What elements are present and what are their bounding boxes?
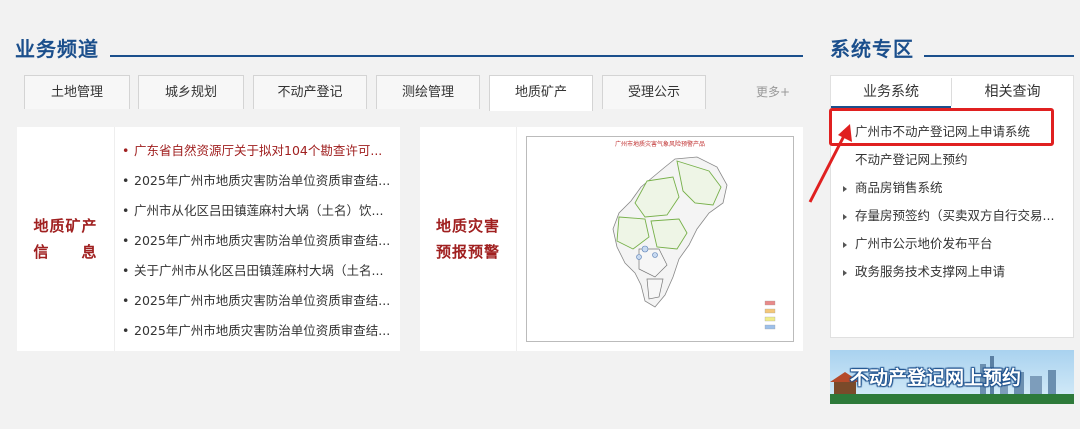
system-item-label: 广州市不动产登记网上申请系统 — [855, 124, 1031, 139]
system-item-existing-housing[interactable]: 存量房预签约（买卖双方自行交易... — [843, 205, 1054, 224]
tab-acceptance-publicity[interactable]: 受理公示 — [602, 75, 706, 109]
bullet-dot-icon: • — [122, 323, 130, 338]
warning-label-line1: 地质灾害 — [435, 217, 500, 235]
tab-geology-minerals[interactable]: 地质矿产 — [489, 75, 593, 111]
list-item[interactable]: • 2025年广州市地质灾害防治单位资质审查结... — [122, 320, 390, 339]
news-title: 关于广州市从化区吕田镇莲麻村大埚（土名... — [134, 263, 384, 278]
business-channel-title: 业务频道 — [15, 37, 99, 61]
bullet-dot-icon: • — [122, 203, 130, 218]
bullet-dot-icon: • — [122, 263, 130, 278]
system-item-label: 政务服务技术支撑网上申请 — [855, 264, 1006, 279]
triangle-bullet-icon — [843, 213, 847, 220]
banner-text: 不动产登记网上预约 — [850, 367, 1022, 389]
tab-urban-planning[interactable]: 城乡规划 — [138, 75, 244, 109]
tab-land-management[interactable]: 土地管理 — [24, 75, 130, 109]
triangle-bullet-icon — [843, 241, 847, 248]
geo-info-divider — [114, 127, 115, 351]
triangle-bullet-icon — [843, 269, 847, 276]
system-item-online-application[interactable]: 广州市不动产登记网上申请系统 — [843, 121, 1030, 140]
list-item[interactable]: • 广东省自然资源厅关于拟对104个勘查许可... — [122, 140, 382, 159]
tab-business-systems[interactable]: 业务系统 — [831, 78, 951, 108]
system-item-label: 广州市公示地价发布平台 — [855, 236, 993, 251]
geo-info-label: 地质矿产 信 息 — [17, 213, 114, 265]
warning-label: 地质灾害 预报预警 — [420, 213, 516, 265]
system-title-rule — [924, 55, 1074, 57]
news-title: 2025年广州市地质灾害防治单位资质审查结... — [134, 293, 391, 308]
list-item[interactable]: • 广州市从化区吕田镇莲麻村大埚（土名）饮... — [122, 200, 383, 219]
warning-divider — [516, 127, 517, 351]
online-booking-banner[interactable]: 不动产登记网上预约 — [830, 350, 1074, 404]
list-item[interactable]: • 2025年广州市地质灾害防治单位资质审查结... — [122, 230, 390, 249]
news-title: 2025年广州市地质灾害防治单位资质审查结... — [134, 173, 391, 188]
guangzhou-map-icon — [612, 156, 776, 330]
red-arrow-icon — [808, 124, 852, 203]
system-item-label: 存量房预签约（买卖双方自行交易... — [855, 208, 1055, 223]
system-item-label: 不动产登记网上预约 — [855, 152, 968, 167]
geo-info-label-line1: 地质矿产 — [33, 217, 98, 235]
list-item[interactable]: • 2025年广州市地质灾害防治单位资质审查结... — [122, 170, 390, 189]
geo-info-label-line2: 信 息 — [33, 243, 98, 261]
news-title: 广州市从化区吕田镇莲麻村大埚（土名）饮... — [134, 203, 384, 218]
system-item-land-price-platform[interactable]: 广州市公示地价发布平台 — [843, 233, 993, 252]
news-title: 广东省自然资源厅关于拟对104个勘查许可... — [134, 143, 383, 158]
system-item-online-booking[interactable]: 不动产登记网上预约 — [855, 149, 968, 168]
business-title-rule — [110, 55, 803, 57]
list-item[interactable]: • 2025年广州市地质灾害防治单位资质审查结... — [122, 290, 390, 309]
warning-map[interactable]: 广州市地质灾害气象风险预警产品 — [526, 136, 794, 342]
tab-related-queries[interactable]: 相关查询 — [952, 78, 1073, 106]
news-title: 2025年广州市地质灾害防治单位资质审查结... — [134, 323, 391, 338]
system-item-label: 商品房销售系统 — [855, 180, 943, 195]
tab-real-estate-registration[interactable]: 不动产登记 — [253, 75, 367, 109]
system-zone-title: 系统专区 — [830, 37, 914, 61]
system-item-gov-service-support[interactable]: 政务服务技术支撑网上申请 — [843, 261, 1005, 280]
tab-surveying-management[interactable]: 测绘管理 — [376, 75, 480, 109]
more-link[interactable]: 更多+ — [756, 83, 790, 100]
bullet-dot-icon: • — [122, 233, 130, 248]
news-title: 2025年广州市地质灾害防治单位资质审查结... — [134, 233, 391, 248]
bullet-dot-icon: • — [122, 143, 130, 158]
bullet-dot-icon: • — [122, 293, 130, 308]
warning-label-line2: 预报预警 — [435, 243, 500, 261]
list-item[interactable]: • 关于广州市从化区吕田镇莲麻村大埚（土名... — [122, 260, 383, 279]
bullet-dot-icon: • — [122, 173, 130, 188]
